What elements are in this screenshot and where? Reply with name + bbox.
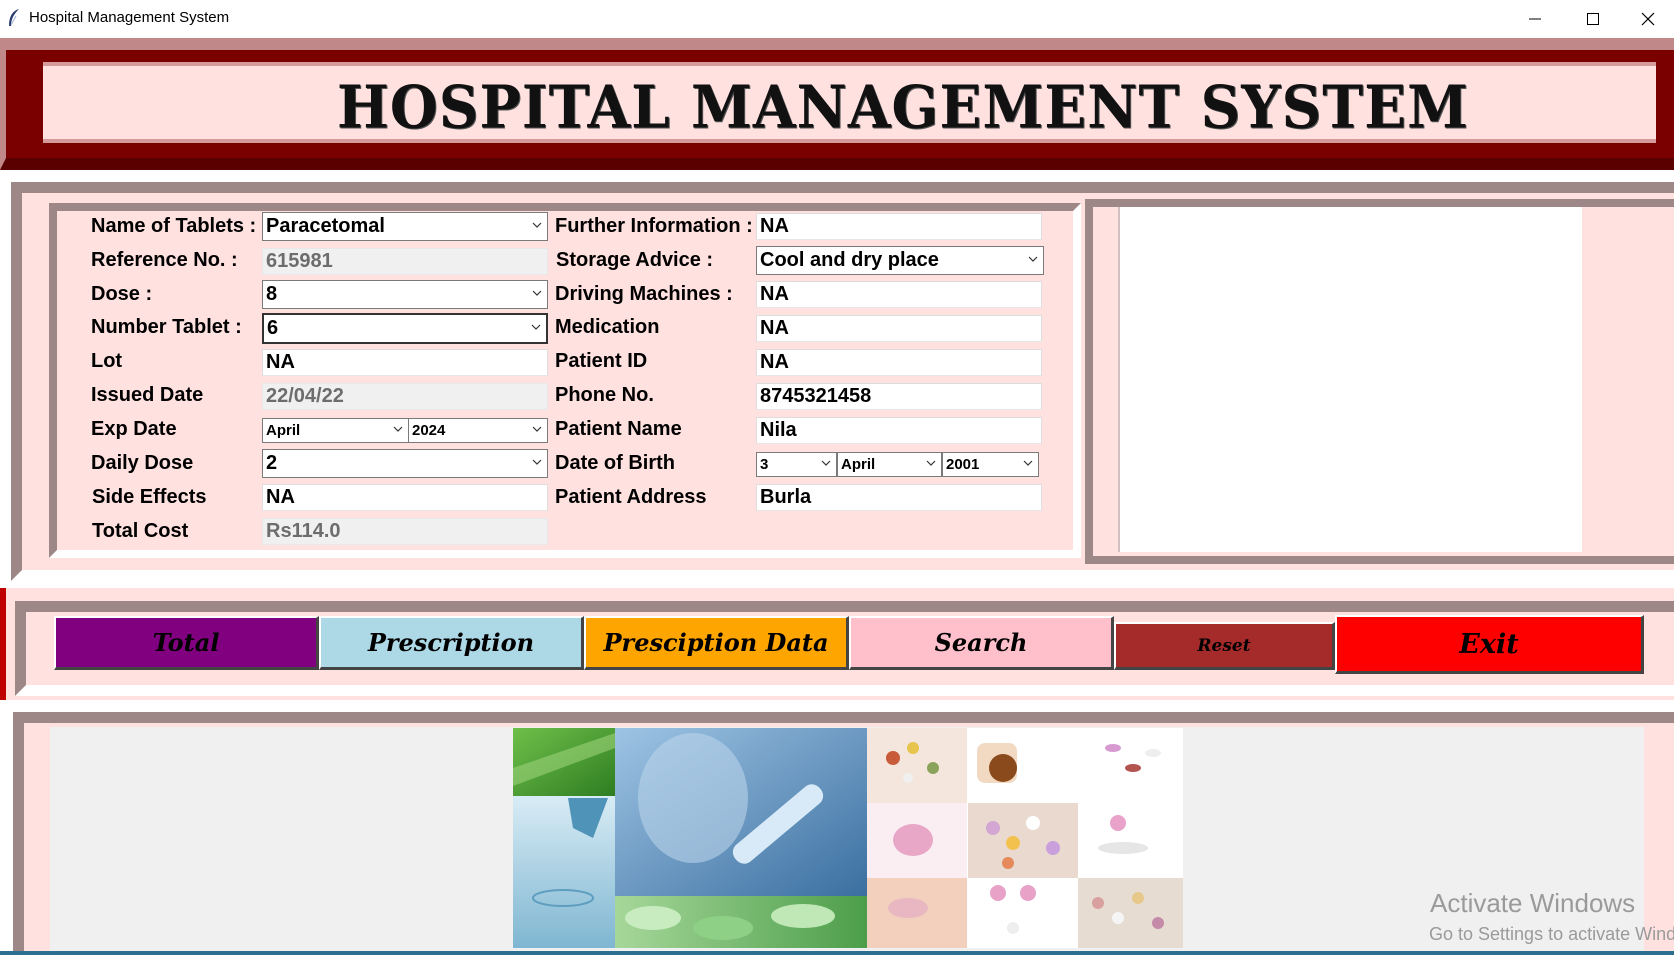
medication-label: Medication [555, 316, 660, 338]
chevron-down-icon [926, 460, 936, 466]
driving-machines-label: Driving Machines : [555, 283, 733, 305]
minimize-icon [1529, 18, 1541, 19]
total-cost-field[interactable]: Rs114.0 [262, 518, 548, 545]
daily-dose-select[interactable]: 2 [262, 449, 548, 478]
feather-icon [9, 9, 19, 26]
reference-field[interactable]: 615981 [262, 248, 548, 275]
phone-label: Phone No. [555, 384, 654, 406]
header-panel: HOSPITAL MANAGEMENT SYSTEM [43, 62, 1656, 143]
total-cost-label: Total Cost [92, 520, 189, 542]
storage-advice-select[interactable]: Cool and dry place [756, 246, 1044, 275]
tablet-name-value: Paracetomal [266, 215, 385, 237]
search-button[interactable]: Search [849, 616, 1114, 670]
driving-machines-field[interactable]: NA [756, 281, 1042, 308]
issued-date-field[interactable]: 22/04/22 [262, 383, 548, 410]
phone-field[interactable]: 8745321458 [756, 383, 1042, 410]
exp-month-select[interactable]: April [262, 418, 409, 443]
patient-name-field[interactable]: Nila [756, 417, 1042, 444]
total-button[interactable]: Total [54, 616, 319, 670]
dob-year-value: 2001 [946, 456, 980, 473]
maximize-icon [1587, 12, 1599, 25]
chevron-down-icon [532, 290, 542, 296]
chevron-down-icon [1023, 460, 1033, 466]
window-title-bar [0, 0, 1674, 37]
activate-windows-subtitle: Go to Settings to activate Windows. [1429, 924, 1674, 944]
patient-id-label: Patient ID [555, 350, 648, 372]
reference-label: Reference No. : [91, 249, 238, 271]
chevron-down-icon [1028, 256, 1038, 262]
exp-month-value: April [266, 422, 301, 439]
page-title: HOSPITAL MANAGEMENT SYSTEM [336, 71, 1470, 142]
dose-value: 8 [266, 283, 278, 305]
further-information-field[interactable]: NA [756, 213, 1042, 240]
taskbar-edge [0, 951, 1674, 955]
number-tablet-label: Number Tablet : [91, 316, 242, 338]
prescription-button[interactable]: Prescription [319, 616, 584, 670]
chevron-down-icon [821, 460, 831, 466]
chevron-down-icon [532, 222, 542, 228]
dob-day-value: 3 [760, 456, 769, 473]
dose-select[interactable]: 8 [262, 280, 548, 309]
patient-id-field[interactable]: NA [756, 349, 1042, 376]
exp-year-select[interactable]: 2024 [408, 418, 548, 443]
storage-advice-value: Cool and dry place [760, 249, 939, 271]
side-effects-label: Side Effects [92, 486, 207, 508]
patient-address-field[interactable]: Burla [756, 484, 1042, 511]
dob-month-value: April [841, 456, 876, 473]
minimize-button[interactable] [1506, 0, 1564, 37]
side-effects-field[interactable]: NA [262, 484, 548, 511]
issued-date-label: Issued Date [91, 384, 204, 406]
chevron-down-icon [532, 426, 542, 432]
exp-year-value: 2024 [412, 422, 446, 439]
medicine-collage-image [513, 728, 1183, 948]
medication-field[interactable]: NA [756, 315, 1042, 342]
number-tablet-value: 6 [267, 317, 279, 339]
close-icon [1641, 12, 1655, 25]
chevron-down-icon [393, 426, 403, 432]
prescription-data-button[interactable]: Presciption Data [584, 616, 849, 670]
dob-year-select[interactable]: 2001 [942, 452, 1039, 477]
daily-dose-label: Daily Dose [91, 452, 194, 474]
tablet-name-select[interactable]: Paracetomal [262, 212, 548, 241]
exp-date-label: Exp Date [91, 418, 177, 440]
dose-label: Dose : [91, 283, 153, 305]
chevron-down-icon [532, 459, 542, 465]
dob-month-select[interactable]: April [837, 452, 942, 477]
further-information-label: Further Information : [555, 215, 753, 237]
tablet-name-label: Name of Tablets : [91, 215, 257, 237]
window-title: Hospital Management System [29, 9, 230, 26]
dob-day-select[interactable]: 3 [756, 452, 837, 477]
number-tablet-select[interactable]: 6 [262, 313, 548, 344]
chevron-down-icon [531, 324, 541, 330]
exit-button[interactable]: Exit [1335, 615, 1644, 674]
daily-dose-value: 2 [266, 452, 278, 474]
prescription-text-area[interactable] [1118, 207, 1610, 552]
activate-windows-title: Activate Windows [1430, 888, 1636, 918]
dob-label: Date of Birth [555, 452, 675, 474]
lot-field[interactable]: NA [262, 349, 548, 376]
reset-button[interactable]: Reset [1114, 622, 1335, 670]
storage-advice-label: Storage Advice : [556, 249, 714, 271]
patient-address-label: Patient Address [555, 486, 707, 508]
lot-label: Lot [91, 350, 123, 372]
maximize-button[interactable] [1564, 0, 1622, 37]
close-button[interactable] [1622, 0, 1674, 37]
patient-name-label: Patient Name [555, 418, 682, 440]
